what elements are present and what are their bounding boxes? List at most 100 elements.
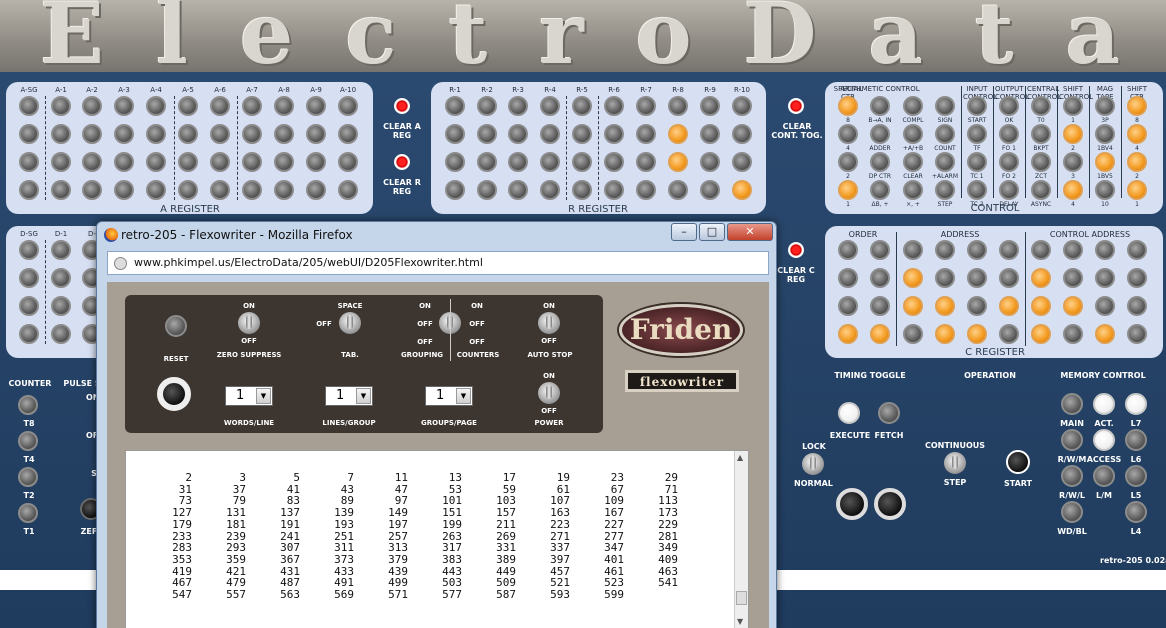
a-reg-lamp (274, 124, 294, 144)
c-reg-lamp (870, 268, 890, 288)
tab-switch[interactable] (339, 312, 361, 334)
groups-per-page-select[interactable]: 1 ▼ (425, 386, 473, 406)
power-label: POWER (534, 419, 564, 427)
c-reg-lamp (1031, 268, 1051, 288)
paper-line: 283 293 307 311 313 317 331 337 347 349 (138, 541, 678, 554)
a-reg-divider (174, 96, 175, 200)
control-lamp (999, 152, 1019, 172)
memory-control-label: WD/BL (1057, 527, 1087, 536)
counter-t1-lamp (18, 503, 38, 523)
control-lamp (935, 124, 955, 144)
r-reg-lamp (508, 152, 528, 172)
scroll-up-arrow[interactable]: ▲ (737, 453, 743, 462)
firefox-window[interactable]: retro-205 - Flexowriter - Mozilla Firefo… (96, 221, 777, 628)
close-button[interactable]: ✕ (727, 223, 773, 241)
control-divider (1089, 86, 1090, 198)
lines-per-group-select[interactable]: 1 ▼ (325, 386, 373, 406)
paper-line: 419 421 431 433 439 443 449 457 461 463 (138, 565, 678, 578)
control-lamp-label: 1 (1135, 201, 1139, 208)
auto-stop-switch[interactable] (538, 312, 560, 334)
power-off: OFF (541, 407, 557, 415)
r-reg-column-label: R-3 (512, 86, 524, 94)
c-reg-lamp (967, 240, 987, 260)
a-reg-lamp (114, 152, 134, 172)
a-reg-lamp (242, 180, 262, 200)
a-reg-lamp (51, 180, 71, 200)
a-reg-lamp (146, 96, 166, 116)
control-lamp (1063, 96, 1083, 116)
banner-title: ElectroData (40, 0, 1166, 72)
counters-on: ON (471, 302, 483, 310)
d-reg-lamp (51, 324, 71, 344)
r-reg-lamp (445, 152, 465, 172)
c-reg-lamp (903, 296, 923, 316)
groups-per-page-value: 1 (436, 388, 445, 403)
c-reg-lamp (838, 268, 858, 288)
a-reg-lamp (82, 180, 102, 200)
c-reg-lamp (870, 324, 890, 344)
paper-line: 353 359 367 373 379 383 389 397 401 409 (138, 553, 678, 566)
a-reg-column-label: A-6 (214, 86, 226, 94)
clear-cont-tog-button[interactable] (788, 98, 804, 114)
counters-off-a: OFF (469, 320, 485, 328)
c-reg-lamp (935, 324, 955, 344)
r-reg-lamp (445, 180, 465, 200)
a-reg-divider (237, 96, 238, 200)
fetch-label: FETCH (874, 431, 904, 440)
a-reg-lamp (242, 152, 262, 172)
words-per-line-select[interactable]: 1 ▼ (225, 386, 273, 406)
control-lamp-label: ΔB, + (871, 201, 889, 208)
clear-c-reg-button[interactable] (788, 242, 804, 258)
url-bar[interactable]: www.phkimpel.us/ElectroData/205/webUI/D2… (107, 251, 769, 275)
auto-stop-off: OFF (541, 337, 557, 345)
r-reg-lamp (477, 96, 497, 116)
d-reg-divider (45, 240, 46, 344)
counter-t2-lamp (18, 467, 38, 487)
c-reg-lamp (903, 268, 923, 288)
lock-normal-switch[interactable] (802, 453, 824, 475)
scroll-down-arrow[interactable]: ▼ (737, 617, 743, 626)
grouping-off-a: OFF (417, 320, 433, 328)
c-reg-lamp (1127, 296, 1147, 316)
c-reg-divider (1025, 232, 1026, 346)
c-reg-lamp (838, 324, 858, 344)
site-identity-icon[interactable] (114, 257, 127, 270)
power-on: ON (543, 372, 555, 380)
d-reg-lamp (19, 240, 39, 260)
control-lamp (935, 96, 955, 116)
r-reg-lamp (732, 124, 752, 144)
control-lamp (870, 152, 890, 172)
continuous-step-switch[interactable] (944, 452, 966, 474)
a-reg-column-label: A-5 (182, 86, 194, 94)
paper-scrollbar[interactable]: ▲ ▼ (734, 451, 748, 628)
a-reg-column-label: A-3 (118, 86, 130, 94)
a-reg-lamp (178, 124, 198, 144)
r-reg-lamp (636, 124, 656, 144)
c-order-label: ORDER (848, 230, 878, 239)
zero-suppress-switch[interactable] (238, 312, 260, 334)
minimize-button[interactable]: – (671, 223, 697, 241)
power-switch[interactable] (538, 382, 560, 404)
execute-label: EXECUTE (829, 431, 871, 440)
reset-button[interactable] (165, 315, 187, 337)
auto-stop-label: AUTO STOP (527, 351, 573, 359)
c-reg-lamp (967, 324, 987, 344)
a-reg-lamp (210, 152, 230, 172)
clear-r-reg-button[interactable] (394, 154, 410, 170)
chevron-down-icon: ▼ (256, 388, 271, 404)
retro-205-console: ElectroData A-SG A-1 A-2 A-3 A-4 A-5 A-6 A-7 A-8… (0, 0, 1166, 628)
maximize-button[interactable]: □ (699, 223, 725, 241)
r-reg-lamp (668, 124, 688, 144)
version-label: retro-205 0.02a (1100, 556, 1166, 565)
start-button[interactable] (1006, 450, 1030, 474)
r-reg-lamp (477, 152, 497, 172)
clear-a-reg-button[interactable] (394, 98, 410, 114)
a-reg-lamp (51, 152, 71, 172)
paper-output[interactable]: 2 3 5 7 11 13 17 19 23 29 31 37 41 43 47 53 59 61 67 71 73 79… (125, 450, 749, 628)
r-reg-column-label: R-7 (640, 86, 652, 94)
paper-number: 571 (388, 588, 408, 601)
zero-suppress-label: ZERO SUPPRESS (216, 351, 282, 359)
r-reg-lamp (732, 152, 752, 172)
scroll-thumb[interactable] (736, 591, 747, 605)
control-lamp (1095, 180, 1115, 200)
